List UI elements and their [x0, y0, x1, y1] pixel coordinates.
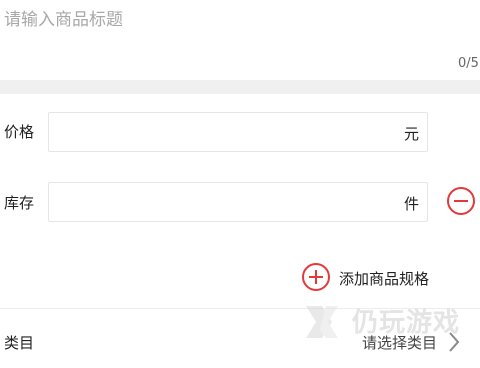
remove-stock-button[interactable] [447, 187, 475, 215]
section-separator [0, 80, 480, 94]
price-unit: 元 [403, 125, 419, 143]
price-input[interactable] [57, 113, 387, 151]
stock-label: 库存 [4, 194, 35, 212]
minus-circle-icon [454, 200, 468, 202]
price-label: 价格 [4, 123, 35, 141]
title-char-counter: 0/5 [458, 56, 479, 71]
category-row[interactable]: 类目 请选择类目 [0, 318, 480, 364]
title-input[interactable] [4, 8, 444, 32]
stock-field[interactable]: 件 [48, 182, 428, 222]
stock-input[interactable] [57, 183, 387, 221]
plus-circle-icon [302, 263, 330, 291]
chevron-right-icon [449, 332, 460, 352]
divider [0, 308, 480, 309]
title-section: 0/5 [0, 0, 480, 80]
stock-unit: 件 [403, 195, 419, 213]
add-spec-label: 添加商品规格 [339, 270, 430, 288]
price-field[interactable]: 元 [48, 112, 428, 152]
category-value: 请选择类目 [362, 334, 438, 352]
category-label: 类目 [4, 334, 35, 352]
